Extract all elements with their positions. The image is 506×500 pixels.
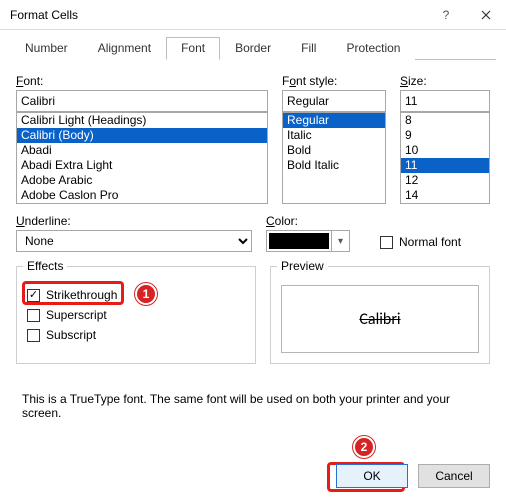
tab-font[interactable]: Font: [166, 37, 220, 60]
ok-button[interactable]: OK: [336, 464, 408, 488]
checkbox-icon: [380, 236, 393, 249]
font-item[interactable]: Adobe Caslon Pro: [17, 188, 267, 203]
chevron-down-icon: ▾: [331, 231, 349, 251]
font-style-group: Font style: Regular Italic Bold Bold Ita…: [282, 74, 386, 204]
dialog-buttons: OK Cancel: [336, 464, 490, 488]
underline-label: Underline:: [16, 214, 252, 228]
font-panel: Font: Calibri Light (Headings) Calibri (…: [10, 60, 496, 420]
tab-fill[interactable]: Fill: [286, 37, 331, 60]
cancel-button[interactable]: Cancel: [418, 464, 490, 488]
style-item[interactable]: Italic: [283, 128, 385, 143]
style-item[interactable]: Bold Italic: [283, 158, 385, 173]
underline-select[interactable]: None: [16, 230, 252, 252]
size-item[interactable]: 14: [401, 188, 489, 203]
tab-protection[interactable]: Protection: [331, 37, 415, 60]
font-group: Font: Calibri Light (Headings) Calibri (…: [16, 74, 268, 204]
style-item[interactable]: Bold: [283, 143, 385, 158]
color-label: Color:: [266, 214, 366, 228]
size-item[interactable]: 11: [401, 158, 489, 173]
size-item[interactable]: 12: [401, 173, 489, 188]
preview-group: Preview Calibri: [270, 266, 490, 364]
close-icon: [481, 10, 491, 20]
window-title: Format Cells: [10, 8, 426, 22]
underline-group: Underline: None: [16, 214, 252, 252]
font-style-input[interactable]: [282, 90, 386, 112]
tab-alignment[interactable]: Alignment: [83, 37, 166, 60]
size-label: Size:: [400, 74, 490, 88]
color-select[interactable]: ▾: [266, 230, 350, 252]
strikethrough-label: Strikethrough: [46, 288, 117, 302]
font-item[interactable]: Abadi Extra Light: [17, 158, 267, 173]
checkbox-icon: [27, 329, 40, 342]
size-item[interactable]: 8: [401, 113, 489, 128]
annotation-badge-1: 1: [135, 283, 157, 305]
subscript-checkbox[interactable]: Subscript: [27, 325, 245, 345]
font-item[interactable]: Abadi: [17, 143, 267, 158]
size-item[interactable]: 9: [401, 128, 489, 143]
tab-border[interactable]: Border: [220, 37, 286, 60]
effects-group: Effects ✓ Strikethrough 1 Superscript Su…: [16, 266, 256, 364]
style-item[interactable]: Regular: [283, 113, 385, 128]
subscript-label: Subscript: [46, 328, 96, 342]
effects-legend: Effects: [23, 259, 67, 273]
color-group: Color: ▾: [266, 214, 366, 252]
size-group: Size: 8 9 10 11 12 14: [400, 74, 490, 204]
font-item[interactable]: Calibri (Body): [17, 128, 267, 143]
superscript-checkbox[interactable]: Superscript: [27, 305, 245, 325]
tab-number[interactable]: Number: [10, 37, 83, 60]
color-swatch: [269, 233, 329, 249]
font-style-listbox[interactable]: Regular Italic Bold Bold Italic: [282, 112, 386, 204]
preview-text: Calibri: [359, 310, 400, 329]
size-listbox[interactable]: 8 9 10 11 12 14: [400, 112, 490, 204]
superscript-label: Superscript: [46, 308, 107, 322]
size-input[interactable]: [400, 90, 490, 112]
font-listbox[interactable]: Calibri Light (Headings) Calibri (Body) …: [16, 112, 268, 204]
font-label: Font:: [16, 74, 268, 88]
tab-strip: Number Alignment Font Border Fill Protec…: [10, 36, 496, 60]
normal-font-checkbox[interactable]: Normal font: [380, 232, 490, 252]
titlebar: Format Cells ?: [0, 0, 506, 30]
font-description: This is a TrueType font. The same font w…: [22, 392, 484, 420]
normal-font-label: Normal font: [399, 235, 461, 249]
preview-box: Calibri: [281, 285, 479, 353]
close-button[interactable]: [466, 0, 506, 30]
checkbox-icon: ✓: [27, 289, 40, 302]
font-input[interactable]: [16, 90, 268, 112]
font-item[interactable]: Calibri Light (Headings): [17, 113, 267, 128]
strikethrough-checkbox[interactable]: ✓ Strikethrough: [27, 285, 117, 305]
preview-legend: Preview: [277, 259, 328, 273]
annotation-badge-2: 2: [353, 436, 375, 458]
font-item[interactable]: Adobe Arabic: [17, 173, 267, 188]
normal-font-group: Normal font: [380, 214, 490, 252]
font-style-label: Font style:: [282, 74, 386, 88]
size-item[interactable]: 10: [401, 143, 489, 158]
help-button[interactable]: ?: [426, 0, 466, 30]
checkbox-icon: [27, 309, 40, 322]
dialog-content: Number Alignment Font Border Fill Protec…: [0, 30, 506, 430]
